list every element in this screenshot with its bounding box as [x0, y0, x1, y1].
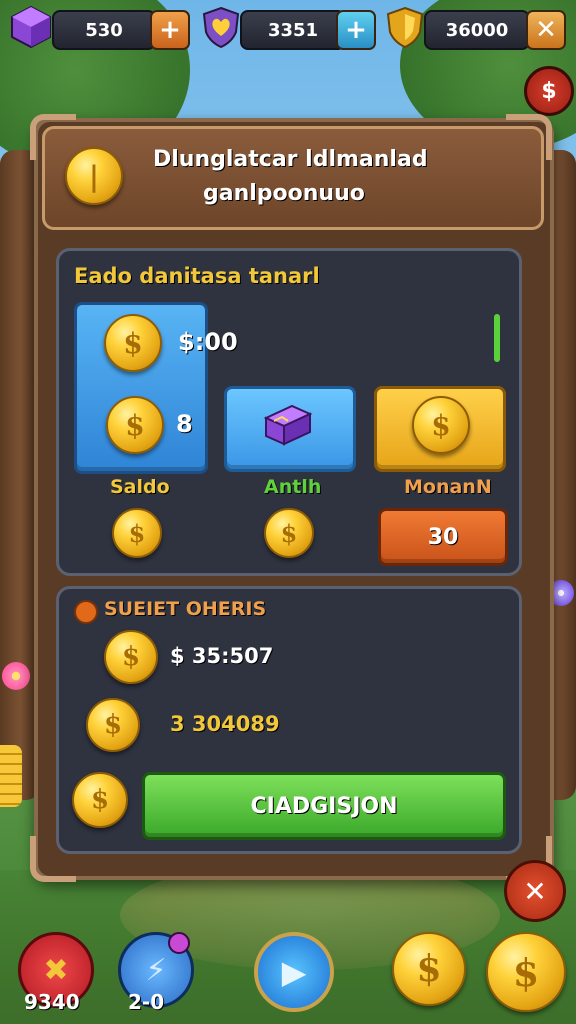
offer-price-coin-2: $ — [264, 508, 314, 558]
currency-1-counter: 530 — [52, 10, 156, 50]
offer-price-coin-1: $ — [112, 508, 162, 558]
header-coin-icon: | — [65, 147, 123, 205]
treasure-chest-icon — [262, 402, 314, 452]
history-row-1-coin-icon: $ — [104, 630, 158, 684]
close-button[interactable]: ✕ — [526, 10, 566, 50]
gold-shield-icon — [382, 4, 428, 50]
header-title-line1: Dlunglatcar ldlmanlad — [153, 147, 428, 172]
offer-label-antlh: Antlh — [264, 476, 322, 498]
gem-cube-icon — [8, 4, 54, 50]
add-currency-1-button[interactable]: + — [150, 10, 190, 50]
confirm-button-label: CIADGISJON — [250, 793, 398, 819]
offers-title: Eado danitasa tanarl — [74, 264, 320, 288]
currency-2-counter: 3351 — [240, 10, 346, 50]
history-title: SUEIET OHERIS — [104, 598, 267, 620]
panel-close-button[interactable]: ✕ — [504, 860, 566, 922]
history-row-2-coin-icon: $ — [86, 698, 140, 752]
currency-3-value: 36000 — [445, 19, 509, 41]
play-button[interactable]: ▶ — [254, 932, 334, 1012]
offer-label-monann: MonanN — [404, 476, 492, 498]
history-row-2-value: 3 304089 — [170, 712, 280, 736]
shield-heart-icon — [198, 4, 244, 50]
offer-slot-1-coin-icon: $ — [104, 314, 162, 372]
offer-label-saldo: Saldo — [110, 476, 170, 498]
dollar-badge-button[interactable]: $ — [524, 66, 574, 116]
confirm-button[interactable]: CIADGISJON — [142, 772, 506, 840]
gold-coin-button-1[interactable]: $ — [392, 932, 466, 1006]
currency-2-value: 3351 — [267, 19, 319, 41]
progress-indicator — [494, 314, 500, 362]
buy-button-label: 30 — [427, 524, 459, 550]
history-row-3-coin-icon: $ — [72, 772, 128, 828]
panel-header: | Dlunglatcar ldlmanlad ganlpoonuuo — [42, 126, 544, 230]
buy-button[interactable]: 30 — [378, 508, 508, 566]
notification-dot — [168, 932, 190, 954]
offer-slot-1-amount: $:00 — [178, 328, 238, 356]
history-status-icon — [74, 600, 98, 624]
history-row-1-value: $ 35:507 — [170, 644, 274, 668]
lightning-count: 2-0 — [128, 990, 165, 1014]
battle-count: 9340 — [24, 990, 80, 1014]
offer-slot-3-coin-icon: $ — [412, 396, 470, 454]
currency-1-value: 530 — [85, 19, 123, 41]
pink-flower — [2, 662, 30, 690]
currency-3-counter: 36000 — [424, 10, 530, 50]
add-currency-2-button[interactable]: + — [336, 10, 376, 50]
gold-coin-button-2[interactable]: $ — [486, 932, 566, 1012]
offer-slot-1-coin-icon-2: $ — [106, 396, 164, 454]
coin-stack — [0, 745, 22, 807]
offer-slot-1-count: 8 — [176, 410, 193, 438]
header-title-line2: ganlpoonuuo — [203, 181, 365, 206]
